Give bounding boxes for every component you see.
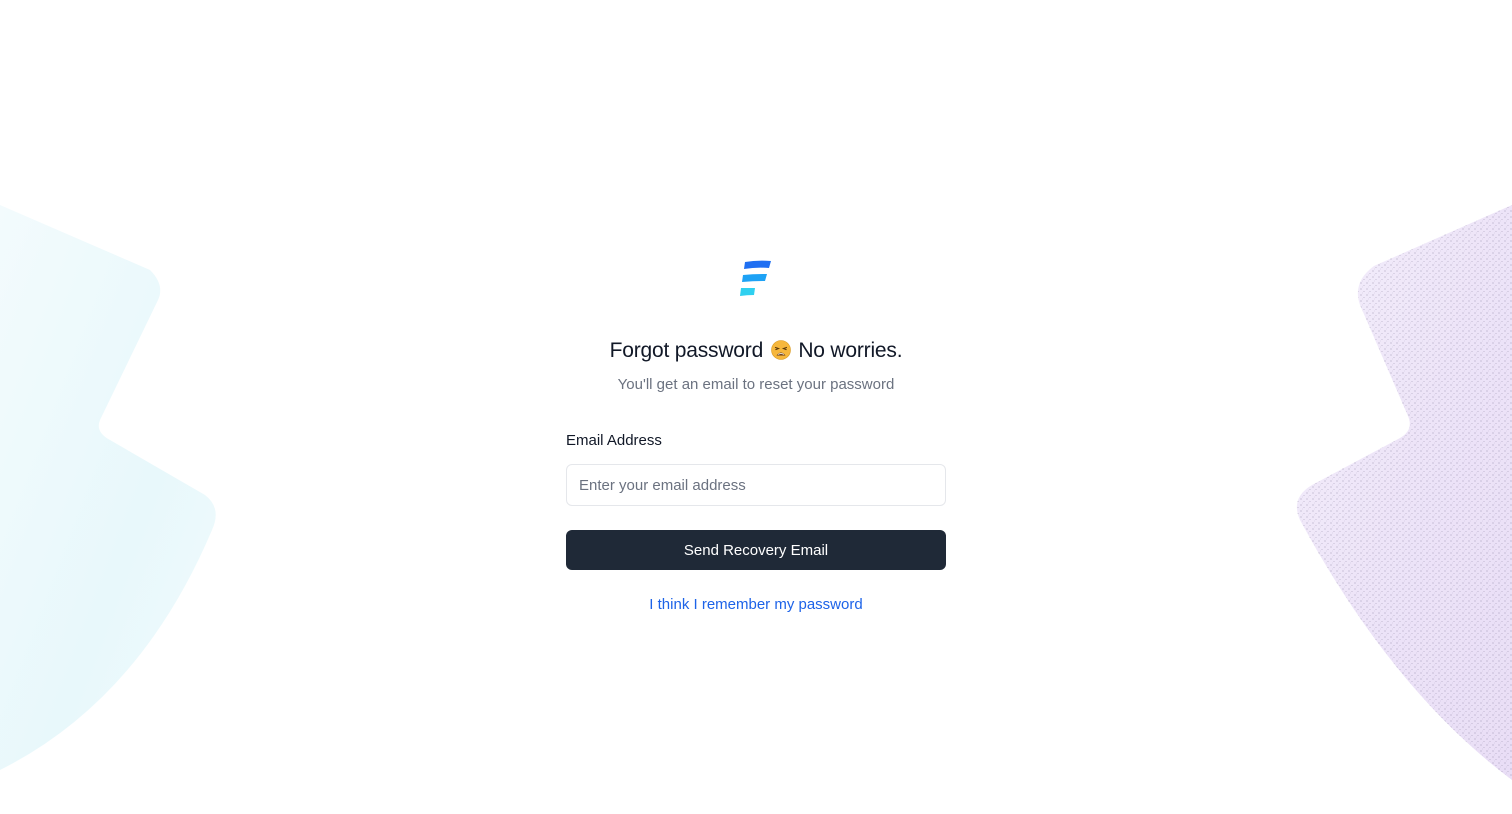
title-text-end: No worries.	[798, 339, 903, 362]
remember-password-link[interactable]: I think I remember my password	[566, 595, 946, 615]
email-label: Email Address	[566, 432, 662, 449]
left-background-decoration	[0, 205, 216, 770]
title-text-start: Forgot password	[609, 339, 764, 362]
send-recovery-email-button[interactable]: Send Recovery Email	[566, 530, 946, 570]
email-input[interactable]	[566, 464, 946, 506]
forgot-password-card: Forgot password No worries. You'll get a…	[566, 258, 946, 615]
right-background-decoration	[1296, 200, 1512, 780]
page-subtitle: You'll get an email to reset your passwo…	[617, 376, 895, 393]
brand-stripes-icon	[740, 260, 771, 296]
page-title: Forgot password No worries.	[566, 338, 946, 364]
forgot-password-page: Forgot password No worries. You'll get a…	[0, 0, 1512, 814]
weary-face-icon	[770, 340, 791, 360]
